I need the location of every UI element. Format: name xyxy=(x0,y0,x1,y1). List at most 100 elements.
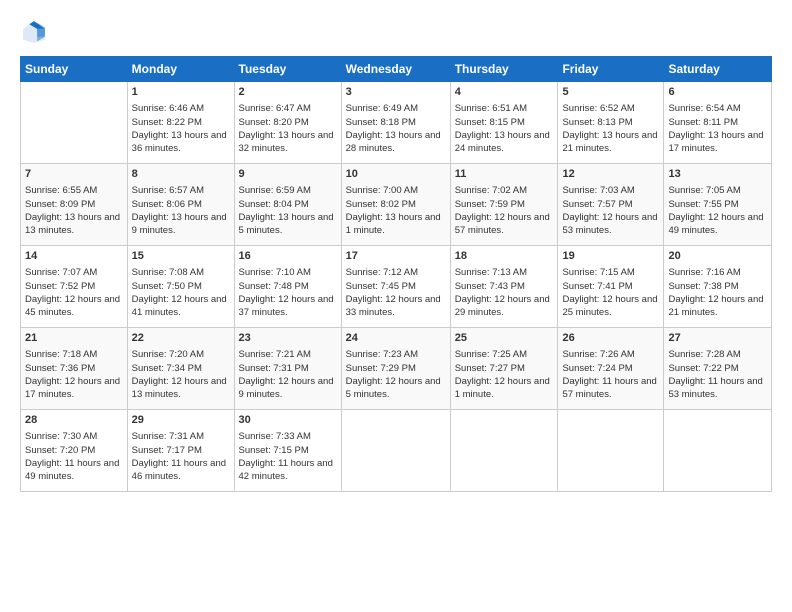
cell-5-3: 30Sunrise: 7:33 AMSunset: 7:15 PMDayligh… xyxy=(234,410,341,492)
sunset-text: Sunset: 7:48 PM xyxy=(239,280,337,293)
cell-3-5: 18Sunrise: 7:13 AMSunset: 7:43 PMDayligh… xyxy=(450,246,558,328)
sunrise-text: Sunrise: 6:47 AM xyxy=(239,102,337,115)
sunrise-text: Sunrise: 7:28 AM xyxy=(668,348,767,361)
sunrise-text: Sunrise: 6:49 AM xyxy=(346,102,446,115)
day-number: 5 xyxy=(562,85,659,100)
sunset-text: Sunset: 8:06 PM xyxy=(132,198,230,211)
day-number: 3 xyxy=(346,85,446,100)
cell-3-6: 19Sunrise: 7:15 AMSunset: 7:41 PMDayligh… xyxy=(558,246,664,328)
sunrise-text: Sunrise: 6:46 AM xyxy=(132,102,230,115)
sunrise-text: Sunrise: 7:08 AM xyxy=(132,266,230,279)
day-number: 9 xyxy=(239,167,337,182)
day-number: 4 xyxy=(455,85,554,100)
cell-4-4: 24 Sunrise: 7:23 AMSunset: 7:29 PMDayligh… xyxy=(341,328,450,410)
daylight-text: Daylight: 12 hours and 29 minutes. xyxy=(455,293,554,320)
day-number: 28 xyxy=(25,413,123,428)
daylight-text: Daylight: 12 hours and 17 minutes. xyxy=(25,375,123,402)
cell-5-7 xyxy=(664,410,772,492)
page: SundayMondayTuesdayWednesdayThursdayFrid… xyxy=(0,0,792,502)
daylight-text: Daylight: 12 hours and 33 minutes. xyxy=(346,293,446,320)
sunset-text: Sunset: 7:27 PM xyxy=(455,362,554,375)
sunrise-text: Sunrise: 6:51 AM xyxy=(455,102,554,115)
day-number: 24 xyxy=(346,331,446,346)
day-number: 27 xyxy=(668,331,767,346)
daylight-text: Daylight: 12 hours and 25 minutes. xyxy=(562,293,659,320)
daylight-text: Daylight: 12 hours and 13 minutes. xyxy=(132,375,230,402)
calendar-table: SundayMondayTuesdayWednesdayThursdayFrid… xyxy=(20,56,772,492)
sunrise-text: Sunrise: 7:31 AM xyxy=(132,430,230,443)
cell-2-6: 12Sunrise: 7:03 AMSunset: 7:57 PMDayligh… xyxy=(558,164,664,246)
cell-2-2: 8Sunrise: 6:57 AMSunset: 8:06 PMDaylight… xyxy=(127,164,234,246)
cell-4-6: 26Sunrise: 7:26 AMSunset: 7:24 PMDayligh… xyxy=(558,328,664,410)
col-header-wednesday: Wednesday xyxy=(341,57,450,82)
daylight-text: Daylight: 11 hours and 46 minutes. xyxy=(132,457,230,484)
cell-1-1 xyxy=(21,82,128,164)
sunset-text: Sunset: 7:36 PM xyxy=(25,362,123,375)
sunrise-text: Sunrise: 7:23 AM xyxy=(346,348,446,361)
cell-3-3: 16Sunrise: 7:10 AMSunset: 7:48 PMDayligh… xyxy=(234,246,341,328)
day-number: 11 xyxy=(455,167,554,182)
daylight-text: Daylight: 12 hours and 37 minutes. xyxy=(239,293,337,320)
daylight-text: Daylight: 12 hours and 45 minutes. xyxy=(25,293,123,320)
day-number: 25 xyxy=(455,331,554,346)
sunset-text: Sunset: 7:22 PM xyxy=(668,362,767,375)
cell-2-7: 13Sunrise: 7:05 AMSunset: 7:55 PMDayligh… xyxy=(664,164,772,246)
sunrise-text: Sunrise: 6:57 AM xyxy=(132,184,230,197)
day-number: 8 xyxy=(132,167,230,182)
cell-4-3: 23Sunrise: 7:21 AMSunset: 7:31 PMDayligh… xyxy=(234,328,341,410)
col-header-saturday: Saturday xyxy=(664,57,772,82)
sunset-text: Sunset: 7:29 PM xyxy=(346,362,446,375)
sunset-text: Sunset: 7:57 PM xyxy=(562,198,659,211)
sunrise-text: Sunrise: 7:18 AM xyxy=(25,348,123,361)
cell-5-1: 28Sunrise: 7:30 AMSunset: 7:20 PMDayligh… xyxy=(21,410,128,492)
cell-1-6: 5Sunrise: 6:52 AMSunset: 8:13 PMDaylight… xyxy=(558,82,664,164)
cell-3-7: 20Sunrise: 7:16 AMSunset: 7:38 PMDayligh… xyxy=(664,246,772,328)
logo xyxy=(20,18,52,46)
sunset-text: Sunset: 7:41 PM xyxy=(562,280,659,293)
sunrise-text: Sunrise: 7:30 AM xyxy=(25,430,123,443)
sunset-text: Sunset: 7:17 PM xyxy=(132,444,230,457)
sunrise-text: Sunrise: 7:16 AM xyxy=(668,266,767,279)
week-row-5: 28Sunrise: 7:30 AMSunset: 7:20 PMDayligh… xyxy=(21,410,772,492)
cell-3-4: 17Sunrise: 7:12 AMSunset: 7:45 PMDayligh… xyxy=(341,246,450,328)
sunrise-text: Sunrise: 7:13 AM xyxy=(455,266,554,279)
sunrise-text: Sunrise: 6:55 AM xyxy=(25,184,123,197)
daylight-text: Daylight: 13 hours and 17 minutes. xyxy=(668,129,767,156)
sunset-text: Sunset: 7:15 PM xyxy=(239,444,337,457)
day-number: 21 xyxy=(25,331,123,346)
col-header-thursday: Thursday xyxy=(450,57,558,82)
day-number: 22 xyxy=(132,331,230,346)
daylight-text: Daylight: 12 hours and 21 minutes. xyxy=(668,293,767,320)
week-row-2: 7Sunrise: 6:55 AMSunset: 8:09 PMDaylight… xyxy=(21,164,772,246)
cell-4-7: 27 Sunrise: 7:28 AMSunset: 7:22 PMDayligh… xyxy=(664,328,772,410)
sunset-text: Sunset: 8:13 PM xyxy=(562,116,659,129)
sunset-text: Sunset: 7:59 PM xyxy=(455,198,554,211)
sunset-text: Sunset: 7:55 PM xyxy=(668,198,767,211)
day-number: 7 xyxy=(25,167,123,182)
daylight-text: Daylight: 12 hours and 1 minute. xyxy=(455,375,554,402)
daylight-text: Daylight: 13 hours and 36 minutes. xyxy=(132,129,230,156)
cell-3-1: 14 Sunrise: 7:07 AMSunset: 7:52 PMDayligh… xyxy=(21,246,128,328)
sunrise-text: Sunrise: 7:21 AM xyxy=(239,348,337,361)
sunrise-text: Sunrise: 7:10 AM xyxy=(239,266,337,279)
daylight-text: Daylight: 13 hours and 13 minutes. xyxy=(25,211,123,238)
daylight-text: Daylight: 13 hours and 21 minutes. xyxy=(562,129,659,156)
col-header-tuesday: Tuesday xyxy=(234,57,341,82)
sunrise-text: Sunrise: 7:07 AM xyxy=(25,266,123,279)
daylight-text: Daylight: 13 hours and 5 minutes. xyxy=(239,211,337,238)
sunrise-text: Sunrise: 7:33 AM xyxy=(239,430,337,443)
cell-3-2: 15Sunrise: 7:08 AMSunset: 7:50 PMDayligh… xyxy=(127,246,234,328)
daylight-text: Daylight: 11 hours and 42 minutes. xyxy=(239,457,337,484)
daylight-text: Daylight: 11 hours and 53 minutes. xyxy=(668,375,767,402)
sunset-text: Sunset: 7:34 PM xyxy=(132,362,230,375)
day-number: 14 xyxy=(25,249,123,264)
day-number: 20 xyxy=(668,249,767,264)
sunrise-text: Sunrise: 7:03 AM xyxy=(562,184,659,197)
daylight-text: Daylight: 12 hours and 9 minutes. xyxy=(239,375,337,402)
daylight-text: Daylight: 13 hours and 28 minutes. xyxy=(346,129,446,156)
sunset-text: Sunset: 7:52 PM xyxy=(25,280,123,293)
cell-1-7: 6Sunrise: 6:54 AMSunset: 8:11 PMDaylight… xyxy=(664,82,772,164)
daylight-text: Daylight: 12 hours and 5 minutes. xyxy=(346,375,446,402)
cell-4-5: 25Sunrise: 7:25 AMSunset: 7:27 PMDayligh… xyxy=(450,328,558,410)
day-number: 15 xyxy=(132,249,230,264)
